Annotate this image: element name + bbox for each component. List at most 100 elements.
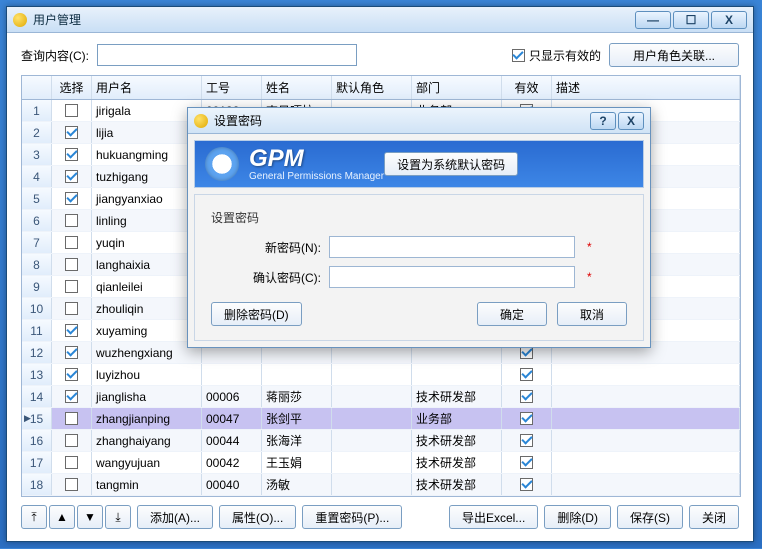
header-dept[interactable]: 部门 bbox=[412, 76, 502, 99]
nav-first-button[interactable]: ⤒ bbox=[21, 505, 47, 529]
nav-prev-button[interactable]: ▲ bbox=[49, 505, 75, 529]
row-select-checkbox[interactable] bbox=[52, 386, 92, 407]
row-select-checkbox[interactable] bbox=[52, 100, 92, 121]
maximize-button[interactable]: ☐ bbox=[673, 11, 709, 29]
check-icon bbox=[520, 368, 533, 381]
row-select-checkbox[interactable] bbox=[52, 188, 92, 209]
row-number: 5 bbox=[22, 188, 52, 209]
row-valid-checkbox[interactable] bbox=[502, 364, 552, 385]
table-row[interactable]: 16zhanghaiyang00044张海洋技术研发部 bbox=[22, 430, 740, 452]
nav-next-button[interactable]: ▼ bbox=[77, 505, 103, 529]
row-select-checkbox[interactable] bbox=[52, 276, 92, 297]
row-valid-checkbox[interactable] bbox=[502, 452, 552, 473]
minimize-button[interactable]: — bbox=[635, 11, 671, 29]
check-icon bbox=[65, 280, 78, 293]
titlebar[interactable]: 用户管理 — ☐ X bbox=[7, 7, 753, 33]
row-select-checkbox[interactable] bbox=[52, 166, 92, 187]
delete-button[interactable]: 删除(D) bbox=[544, 505, 611, 529]
props-button[interactable]: 属性(O)... bbox=[219, 505, 296, 529]
row-select-checkbox[interactable] bbox=[52, 320, 92, 341]
cell-user: jiangyanxiao bbox=[92, 188, 202, 209]
table-row[interactable]: 15zhangjianping00047张剑平业务部 bbox=[22, 408, 740, 430]
dialog-help-button[interactable]: ? bbox=[590, 112, 616, 130]
close-button[interactable]: X bbox=[711, 11, 747, 29]
header-select[interactable]: 选择 bbox=[52, 76, 92, 99]
row-select-checkbox[interactable] bbox=[52, 474, 92, 495]
row-valid-checkbox[interactable] bbox=[502, 408, 552, 429]
dialog-close-button[interactable]: X bbox=[618, 112, 644, 130]
row-select-checkbox[interactable] bbox=[52, 342, 92, 363]
row-select-checkbox[interactable] bbox=[52, 430, 92, 451]
only-valid-checkbox[interactable]: 只显示有效的 bbox=[512, 47, 601, 64]
cell-user: tangmin bbox=[92, 474, 202, 495]
dialog-banner: GPM General Permissions Manager 设置为系统默认密… bbox=[194, 140, 644, 188]
check-icon bbox=[65, 390, 78, 403]
user-role-link-button[interactable]: 用户角色关联... bbox=[609, 43, 739, 67]
header-name[interactable]: 姓名 bbox=[262, 76, 332, 99]
set-default-pwd-button[interactable]: 设置为系统默认密码 bbox=[384, 152, 518, 176]
cell-dept bbox=[412, 364, 502, 385]
gpm-logo-icon bbox=[205, 147, 239, 181]
header-no[interactable]: 工号 bbox=[202, 76, 262, 99]
confirm-password-input[interactable] bbox=[329, 266, 575, 288]
row-valid-checkbox[interactable] bbox=[502, 430, 552, 451]
table-row[interactable]: 13luyizhou bbox=[22, 364, 740, 386]
cell-user: tuzhigang bbox=[92, 166, 202, 187]
save-button[interactable]: 保存(S) bbox=[617, 505, 683, 529]
cell-user: wangyujuan bbox=[92, 452, 202, 473]
cancel-button[interactable]: 取消 bbox=[557, 302, 627, 326]
header-desc[interactable]: 描述 bbox=[552, 76, 740, 99]
search-input[interactable] bbox=[97, 44, 357, 66]
delete-password-button[interactable]: 删除密码(D) bbox=[211, 302, 302, 326]
row-valid-checkbox[interactable] bbox=[502, 386, 552, 407]
row-select-checkbox[interactable] bbox=[52, 254, 92, 275]
grid-header: 选择 用户名 工号 姓名 默认角色 部门 有效 描述 bbox=[22, 76, 740, 100]
nav-prev-icon: ▲ bbox=[56, 510, 68, 524]
row-select-checkbox[interactable] bbox=[52, 144, 92, 165]
row-number: 14 bbox=[22, 386, 52, 407]
header-rownum bbox=[22, 76, 52, 99]
dialog-app-icon bbox=[194, 114, 208, 128]
row-valid-checkbox[interactable] bbox=[502, 474, 552, 495]
cell-no bbox=[202, 364, 262, 385]
ok-button[interactable]: 确定 bbox=[477, 302, 547, 326]
header-valid[interactable]: 有效 bbox=[502, 76, 552, 99]
cell-desc bbox=[552, 364, 740, 385]
row-select-checkbox[interactable] bbox=[52, 122, 92, 143]
close-main-button[interactable]: 关闭 bbox=[689, 505, 739, 529]
row-number: 3 bbox=[22, 144, 52, 165]
check-icon bbox=[65, 434, 78, 447]
row-select-checkbox[interactable] bbox=[52, 298, 92, 319]
row-number: 18 bbox=[22, 474, 52, 495]
row-number: 7 bbox=[22, 232, 52, 253]
row-select-checkbox[interactable] bbox=[52, 210, 92, 231]
row-select-checkbox[interactable] bbox=[52, 232, 92, 253]
header-user[interactable]: 用户名 bbox=[92, 76, 202, 99]
export-button[interactable]: 导出Excel... bbox=[449, 505, 538, 529]
row-select-checkbox[interactable] bbox=[52, 452, 92, 473]
table-row[interactable]: 18tangmin00040汤敏技术研发部 bbox=[22, 474, 740, 496]
cell-role bbox=[332, 408, 412, 429]
header-role[interactable]: 默认角色 bbox=[332, 76, 412, 99]
search-bar: 查询内容(C): 只显示有效的 用户角色关联... bbox=[21, 43, 739, 67]
reset-pwd-button[interactable]: 重置密码(P)... bbox=[302, 505, 402, 529]
check-icon bbox=[520, 478, 533, 491]
add-button[interactable]: 添加(A)... bbox=[137, 505, 213, 529]
cell-name: 张海洋 bbox=[262, 430, 332, 451]
table-row[interactable]: 14jianglisha00006蒋丽莎技术研发部 bbox=[22, 386, 740, 408]
row-number: 8 bbox=[22, 254, 52, 275]
cell-user: wuzhengxiang bbox=[92, 342, 202, 363]
nav-last-button[interactable]: ⤓ bbox=[105, 505, 131, 529]
table-row[interactable]: 17wangyujuan00042王玉娟技术研发部 bbox=[22, 452, 740, 474]
new-password-input[interactable] bbox=[329, 236, 575, 258]
row-select-checkbox[interactable] bbox=[52, 408, 92, 429]
check-icon bbox=[65, 456, 78, 469]
row-number: 15 bbox=[22, 408, 52, 429]
dialog-body: 设置密码 新密码(N): * 确认密码(C): * 删除密码(D) 确定 取消 bbox=[194, 194, 644, 341]
cell-dept: 技术研发部 bbox=[412, 452, 502, 473]
check-icon bbox=[512, 49, 525, 62]
dialog-titlebar[interactable]: 设置密码 ? X bbox=[188, 108, 650, 134]
check-icon bbox=[65, 126, 78, 139]
row-select-checkbox[interactable] bbox=[52, 364, 92, 385]
check-icon bbox=[520, 434, 533, 447]
